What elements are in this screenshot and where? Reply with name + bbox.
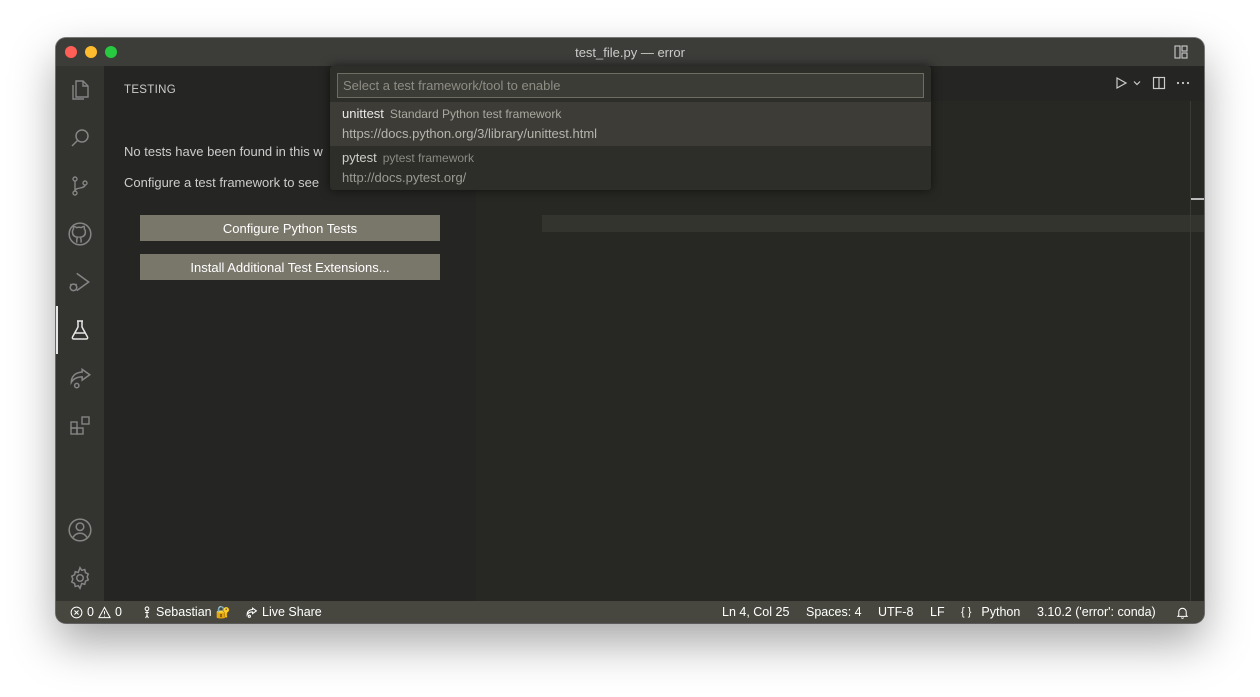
testing-icon — [71, 320, 89, 340]
account-name: Sebastian — [156, 605, 212, 619]
quick-pick-item-description: Standard Python test framework — [389, 107, 562, 121]
more-actions-icon[interactable] — [1176, 76, 1190, 90]
account-status[interactable]: Sebastian 🔐 — [142, 601, 231, 623]
explorer-button[interactable] — [56, 66, 104, 114]
warning-icon — [98, 605, 111, 618]
quick-pick-item-pytest[interactable]: pytest pytest framework http://docs.pytes… — [330, 146, 931, 190]
github-icon — [68, 222, 92, 246]
braces-icon: { } — [961, 606, 972, 618]
split-editor-icon[interactable] — [1152, 76, 1166, 90]
source-control-icon — [72, 176, 88, 196]
run-python-file-icon[interactable] — [1114, 76, 1128, 90]
error-icon — [70, 606, 83, 618]
install-test-extensions-button[interactable]: Install Additional Test Extensions... — [140, 254, 440, 280]
editor-actions — [1114, 76, 1190, 90]
quick-pick-item-detail: http://docs.pytest.org/ — [342, 170, 467, 185]
minimize-window-button[interactable] — [85, 46, 97, 58]
live-share-status[interactable]: Live Share — [245, 601, 322, 623]
bell-icon — [1176, 607, 1189, 619]
chevron-down-icon[interactable] — [1132, 78, 1142, 88]
scrollbar-cursor-marker — [1191, 198, 1204, 200]
files-icon — [72, 80, 89, 100]
interpreter-status[interactable]: 3.10.2 ('error': conda) — [1037, 601, 1156, 623]
current-line-highlight — [542, 215, 1204, 232]
settings-gear-icon — [70, 566, 90, 590]
run-debug-button[interactable] — [56, 258, 104, 306]
person-icon — [144, 605, 150, 618]
extensions-button[interactable] — [56, 402, 104, 450]
configure-message: Configure a test framework to see — [124, 175, 320, 190]
run-debug-icon — [69, 272, 90, 292]
account-icon — [68, 518, 92, 542]
quick-pick-item-detail: https://docs.python.org/3/library/unitte… — [342, 126, 598, 141]
editor-scrollbar[interactable] — [1190, 150, 1204, 601]
problems-status[interactable]: 0 0 — [70, 601, 122, 623]
customize-layout-icon[interactable] — [1174, 45, 1188, 64]
live-share-button[interactable] — [56, 354, 104, 402]
title-bar: test_file.py — error — [56, 38, 1204, 66]
source-control-button[interactable] — [56, 162, 104, 210]
accounts-button[interactable] — [56, 506, 104, 554]
close-window-button[interactable] — [65, 46, 77, 58]
window-controls — [65, 46, 117, 58]
encoding-status[interactable]: UTF-8 — [878, 601, 913, 623]
language-mode-status[interactable]: { } Python — [961, 601, 1020, 623]
search-icon — [71, 129, 89, 147]
activity-bar — [56, 66, 104, 601]
lock-key-icon: 🔐 — [215, 605, 231, 619]
language-label: Python — [981, 605, 1021, 619]
quick-pick-item-name: pytest — [342, 150, 377, 165]
manage-button[interactable] — [56, 554, 104, 602]
warning-count: 0 — [114, 605, 122, 619]
search-button[interactable] — [56, 114, 104, 162]
testing-button[interactable] — [56, 306, 104, 354]
quick-pick-dialog: unittest Standard Python test framework h… — [330, 66, 931, 190]
extensions-icon — [70, 416, 90, 435]
eol-status[interactable]: LF — [930, 601, 945, 623]
sidebar-title: TESTING — [124, 84, 176, 96]
live-share-small-icon — [246, 606, 258, 618]
quick-pick-item-description: pytest framework — [382, 151, 475, 165]
quick-pick-input[interactable] — [337, 73, 924, 98]
live-share-label: Live Share — [262, 605, 322, 619]
indentation-status[interactable]: Spaces: 4 — [806, 601, 862, 623]
cursor-position-status[interactable]: Ln 4, Col 25 — [722, 601, 789, 623]
window-title: test_file.py — error — [575, 44, 685, 60]
no-tests-message: No tests have been found in this w — [124, 144, 323, 159]
status-bar: 0 0 Sebastian 🔐 Live Share Ln 4, Col 25 … — [56, 601, 1204, 623]
notifications-button[interactable] — [1176, 601, 1189, 623]
github-button[interactable] — [56, 210, 104, 258]
configure-python-tests-button[interactable]: Configure Python Tests — [140, 215, 440, 241]
quick-pick-item-name: unittest — [342, 106, 384, 121]
maximize-window-button[interactable] — [105, 46, 117, 58]
error-count: 0 — [87, 605, 94, 619]
live-share-icon — [70, 367, 92, 389]
quick-pick-item-unittest[interactable]: unittest Standard Python test framework h… — [330, 102, 931, 146]
